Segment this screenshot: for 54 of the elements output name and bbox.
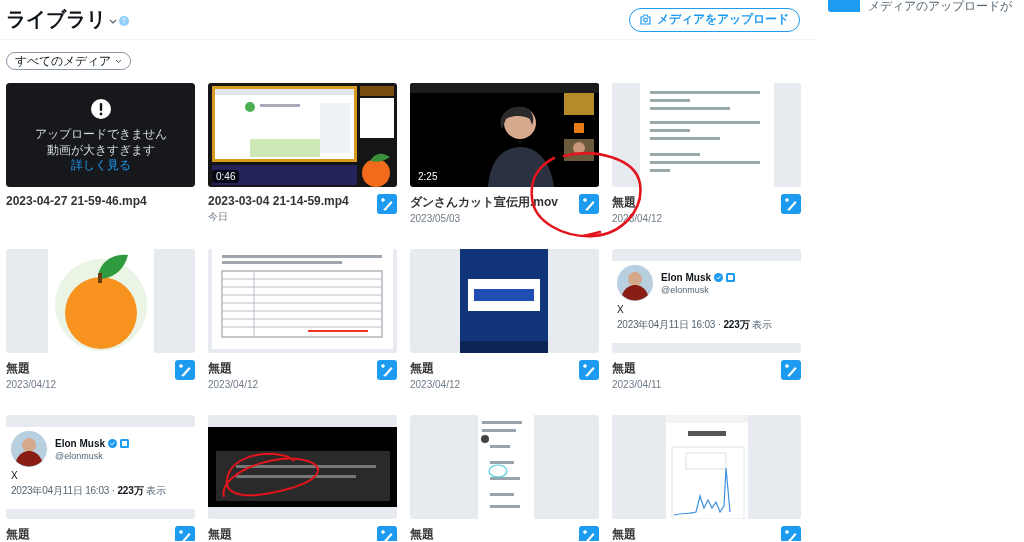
video-duration: 0:46 (212, 170, 240, 183)
edit-button[interactable] (377, 360, 397, 380)
tweet-text: X (617, 304, 625, 315)
square-badge-icon (120, 438, 129, 448)
learn-more-link[interactable]: 詳しく見る (70, 158, 131, 172)
media-caption: 無題 (410, 526, 434, 541)
toast-message: メディアのアップロードが (868, 0, 1012, 13)
media-caption: 無題 (6, 360, 31, 377)
tweet-handle: @elonmusk (661, 284, 710, 295)
tweet-author-name: Elon Musk (55, 437, 105, 449)
edit-button[interactable] (377, 194, 397, 214)
edit-button[interactable] (781, 526, 801, 541)
media-caption: 無題 (410, 360, 435, 377)
media-caption: 2023-03-04 21-14-59.mp4 (208, 194, 349, 208)
tweet-handle: @elonmusk (55, 450, 104, 461)
media-caption: 無題 (612, 194, 637, 211)
tweet-author-name: Elon Musk (661, 271, 711, 283)
edit-button[interactable] (781, 360, 801, 380)
camera-icon (640, 14, 651, 25)
media-caption: 無題 (6, 526, 30, 541)
tweet-meta: 2023年04月11日 16:03 · 223万 表示 (617, 318, 773, 332)
error-message: アップロードできません (34, 126, 167, 141)
tweet-meta: 2023年04月11日 16:03 · 223万 表示 (11, 484, 167, 498)
alert-icon (90, 98, 111, 119)
media-caption: 無題 (208, 526, 232, 541)
square-badge-icon (726, 272, 735, 282)
edit-button[interactable] (175, 526, 195, 541)
media-filter-dropdown[interactable]: すべてのメディア (6, 52, 131, 70)
media-caption: 無題 (612, 526, 636, 541)
media-caption: 無題 (208, 360, 233, 377)
verified-badge-icon (108, 438, 117, 448)
avatar (11, 431, 47, 467)
verified-badge-icon (714, 272, 723, 282)
avatar (617, 265, 653, 301)
media-date: 2023/04/11 (612, 379, 662, 390)
media-date: 2023/04/12 (6, 379, 57, 390)
tweet-text: X (11, 470, 19, 481)
caret-icon (115, 58, 122, 64)
media-caption: 無題 (612, 360, 637, 377)
media-date: 2023/04/12 (410, 379, 461, 390)
media-date: 2023/04/12 (208, 379, 259, 390)
edit-button[interactable] (579, 360, 599, 380)
media-date: 今日 (208, 210, 229, 224)
edit-button[interactable] (175, 360, 195, 380)
page-title: ライブラリ (6, 7, 106, 32)
error-message: 動画が大きすぎます (46, 142, 155, 157)
media-caption: 2023-04-27 21-59-46.mp4 (6, 194, 147, 208)
edit-button[interactable] (579, 194, 599, 214)
edit-button[interactable] (377, 526, 397, 541)
edit-button[interactable] (781, 194, 801, 214)
edit-button[interactable] (579, 526, 599, 541)
caret-icon[interactable] (109, 18, 117, 25)
media-date: 2023/05/03 (410, 213, 462, 224)
toast-icon (828, 0, 860, 12)
